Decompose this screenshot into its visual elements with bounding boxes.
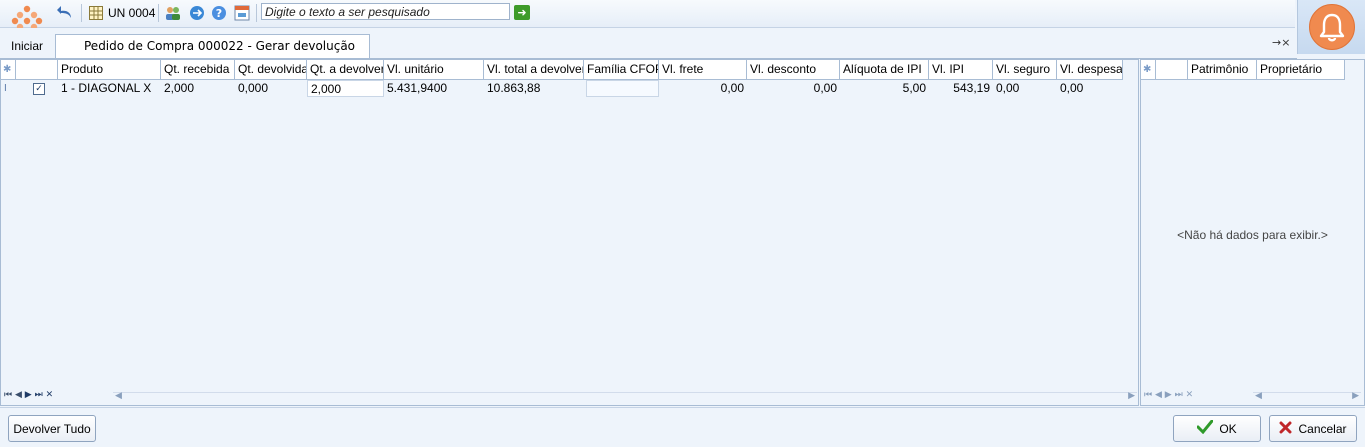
toolbar-separator [158,4,159,22]
cell-aliquota-ipi[interactable]: 5,00 [840,80,929,97]
first-record-icon[interactable]: ⏮ [4,390,12,400]
cell-vl-seguro[interactable]: 0,00 [993,80,1057,97]
undo-icon[interactable] [57,4,75,22]
tab-home[interactable]: Iniciar [11,39,43,53]
ok-label: OK [1219,421,1237,436]
svg-text:?: ? [216,7,222,20]
cell-qt-recebida[interactable]: 2,000 [161,80,235,97]
check-icon [1196,419,1214,437]
side-last-record-icon[interactable]: ⏭ [1175,390,1183,400]
select-column-header[interactable] [16,60,58,79]
col-header-qt-a-devolver[interactable]: Qt. a devolver [307,60,384,79]
next-record-icon[interactable]: ▶ [25,390,32,400]
unit-label[interactable]: UN 0004 [108,6,155,20]
toolbar-separator [81,4,82,22]
side-select-column-header[interactable] [1156,60,1188,79]
ok-button[interactable]: OK [1173,415,1261,442]
cancel-label: Cancelar [1298,421,1347,436]
scroll-right-icon[interactable]: ▶ [1128,391,1135,401]
side-grid-navigator[interactable]: ⏮ ◀ ▶ ⏭ ✕ [1144,390,1193,404]
table-row[interactable]: I ✓ 1 - DIAGONAL X 2,000 0,000 2,000 5.4… [1,80,1123,97]
cell-vl-ipi[interactable]: 543,19 [929,80,993,97]
side-first-record-icon[interactable]: ⏮ [1144,390,1152,400]
col-header-vl-unitario[interactable]: Vl. unitário [384,60,484,79]
tab-controls[interactable]: →× [1272,36,1290,49]
col-header-produto[interactable]: Produto [58,60,161,79]
return-all-button[interactable]: Devolver Tudo [8,415,96,442]
side-scroll-right-icon[interactable]: ▶ [1352,391,1359,401]
search-input[interactable] [261,3,510,20]
side-scroll-left-icon[interactable]: ◀ [1255,391,1262,401]
search-go-icon[interactable]: ➜ [514,5,530,20]
column-chooser-icon[interactable]: ✱ [1,60,16,79]
notification-panel[interactable] [1297,0,1365,54]
side-next-record-icon[interactable]: ▶ [1165,390,1172,400]
calendar-icon[interactable] [233,4,251,22]
grid-navigator[interactable]: ⏮ ◀ ▶ ⏭ ✕ [4,390,53,404]
col-header-familia-cfop[interactable]: Família CFOP [584,60,659,79]
col-header-vl-frete[interactable]: Vl. frete [659,60,747,79]
grid-header: ✱ Produto Qt. recebida Qt. devolvida Qt.… [1,60,1123,80]
cell-qt-devolvida[interactable]: 0,000 [235,80,307,97]
cell-vl-despesas[interactable]: 0,00 [1057,80,1123,97]
bell-icon[interactable] [1309,4,1355,50]
close-icon [1279,421,1292,437]
col-header-aliquota-ipi[interactable]: Alíquota de IPI [840,60,929,79]
sync-icon[interactable] [188,4,206,22]
last-record-icon[interactable]: ⏭ [35,390,43,400]
grid-unit-icon[interactable] [87,4,105,22]
col-header-qt-recebida[interactable]: Qt. recebida [161,60,235,79]
tab-pedido-compra[interactable]: Pedido de Compra 000022 - Gerar devoluçã… [55,34,370,58]
empty-grid-message: <Não há dados para exibir.> [1177,228,1328,242]
side-column-chooser-icon[interactable]: ✱ [1141,60,1156,79]
cancel-button[interactable]: Cancelar [1269,415,1357,442]
col-header-vl-total[interactable]: Vl. total a devolver [484,60,584,79]
col-header-qt-devolvida[interactable]: Qt. devolvida [235,60,307,79]
col-header-vl-desconto[interactable]: Vl. desconto [747,60,840,79]
assets-grid: ✱ Patrimônio Proprietário <Não há dados … [1140,59,1365,406]
row-select-checkbox[interactable]: ✓ [33,83,45,95]
side-prev-record-icon[interactable]: ◀ [1155,390,1162,400]
toolbar-separator [256,4,257,22]
cell-produto[interactable]: 1 - DIAGONAL X [58,80,161,97]
side-horizontal-scrollbar[interactable]: ◀ ▶ [1253,391,1361,404]
items-grid: ✱ Produto Qt. recebida Qt. devolvida Qt.… [0,59,1139,406]
return-all-label: Devolver Tudo [13,421,91,436]
tab-bar: Iniciar Pedido de Compra 000022 - Gerar … [0,28,1297,59]
cell-familia-cfop[interactable] [586,80,659,97]
cancel-edit-icon[interactable]: ✕ [46,390,54,400]
col-header-vl-ipi[interactable]: Vl. IPI [929,60,993,79]
scroll-left-icon[interactable]: ◀ [115,391,122,401]
col-header-patrimonio[interactable]: Patrimônio [1188,60,1257,79]
side-grid-header: ✱ Patrimônio Proprietário [1141,60,1345,80]
row-indicator-icon: I [4,83,7,94]
col-header-proprietario[interactable]: Proprietário [1257,60,1345,79]
col-header-vl-seguro[interactable]: Vl. seguro [993,60,1057,79]
prev-record-icon[interactable]: ◀ [15,390,22,400]
cell-vl-unitario[interactable]: 5.431,9400 [384,80,484,97]
bottom-bar: Devolver Tudo OK Cancelar [0,407,1365,447]
cell-vl-total[interactable]: 10.863,88 [484,80,584,97]
horizontal-scrollbar[interactable]: ◀ ▶ [113,391,1137,404]
side-cancel-edit-icon[interactable]: ✕ [1186,390,1194,400]
users-icon[interactable] [164,4,182,22]
cell-vl-frete[interactable]: 0,00 [659,80,747,97]
cell-vl-desconto[interactable]: 0,00 [747,80,840,97]
help-icon[interactable]: ? [210,4,228,22]
top-toolbar: UN 0004 ? ➜ [0,0,1295,37]
cell-qt-a-devolver[interactable]: 2,000 [307,80,384,97]
col-header-vl-despesas[interactable]: Vl. despesas [1057,60,1123,79]
